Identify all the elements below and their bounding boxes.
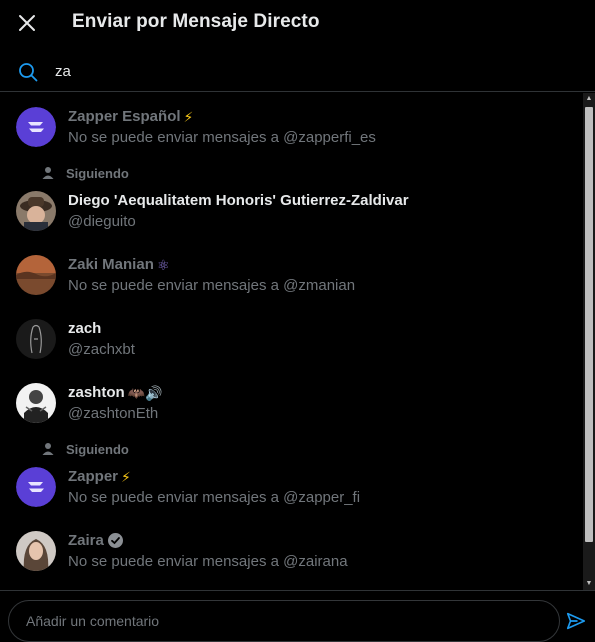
user-name-text: Diego 'Aequalitatem Honoris' Gutierrez-Z… (68, 192, 409, 209)
avatar (16, 467, 56, 507)
send-button[interactable] (565, 610, 589, 634)
user-row[interactable]: Siguiendo Zapper ⚡ No se puede enviar mensa… (0, 433, 583, 517)
user-handle: @zachxbt (68, 341, 135, 358)
modal-header: Enviar por Mensaje Directo (0, 0, 595, 46)
avatar (16, 191, 56, 231)
user-badge-emoji: 🦇🔊 (127, 384, 163, 401)
avatar (16, 319, 56, 359)
user-name-text: zach (68, 320, 102, 337)
comment-input[interactable] (8, 600, 560, 642)
user-row[interactable]: Zaki Manian ⚛ No se puede enviar mensajes … (0, 241, 583, 305)
scroll-up-arrow[interactable]: ▲ (583, 93, 595, 105)
user-name: Zaki Manian ⚛ (68, 256, 169, 273)
user-name-text: zashton (68, 384, 125, 401)
close-icon (19, 15, 35, 31)
user-name: Zapper Español ⚡ (68, 108, 193, 125)
user-unavailable-note: No se puede enviar mensajes a @zapperfi_… (68, 129, 376, 146)
following-indicator: Siguiendo (40, 165, 129, 181)
user-unavailable-note: No se puede enviar mensajes a @zairana (68, 553, 348, 570)
user-name: Zapper ⚡ (68, 468, 131, 485)
user-name: Diego 'Aequalitatem Honoris' Gutierrez-Z… (68, 192, 409, 209)
following-label: Siguiendo (66, 165, 129, 181)
search-input[interactable] (55, 59, 535, 83)
user-row[interactable]: Siguiendo Diego 'Aequalitatem Honoris' Gu… (0, 157, 583, 241)
user-name: Zaira (68, 532, 124, 549)
scrollbar-thumb[interactable] (585, 107, 593, 542)
close-button[interactable] (14, 10, 40, 36)
send-icon (566, 612, 586, 630)
user-row[interactable]: Zaira No se puede enviar mensajes a @zair… (0, 517, 583, 581)
person-icon (42, 167, 54, 179)
search-bar (0, 50, 595, 92)
scroll-down-arrow[interactable]: ▼ (583, 578, 595, 590)
verified-icon (107, 533, 123, 548)
user-row[interactable]: Zapper Español ⚡ No se puede enviar mensaj… (0, 93, 583, 157)
person-icon (42, 443, 54, 455)
avatar (16, 531, 56, 571)
avatar (16, 255, 56, 295)
avatar (16, 107, 56, 147)
following-label: Siguiendo (66, 441, 129, 457)
user-name: zashton 🦇🔊 (68, 384, 163, 401)
user-row[interactable]: zashton 🦇🔊 @zashtonEth (0, 369, 583, 433)
following-indicator: Siguiendo (40, 441, 129, 457)
user-list: Zapper Español ⚡ No se puede enviar mensaj… (0, 93, 583, 590)
user-unavailable-note: No se puede enviar mensajes a @zapper_fi (68, 489, 361, 506)
user-unavailable-note: No se puede enviar mensajes a @zmanian (68, 277, 356, 294)
user-name-text: Zaki Manian (68, 256, 154, 273)
comment-footer (0, 590, 595, 642)
avatar (16, 383, 56, 423)
search-icon (19, 63, 38, 82)
user-handle: @zashtonEth (68, 405, 159, 422)
user-name-text: Zaira (68, 532, 104, 549)
modal-title: Enviar por Mensaje Directo (72, 11, 320, 32)
user-badge-emoji: ⚛ (156, 256, 170, 273)
user-name-text: Zapper Español (68, 108, 181, 125)
user-name: zach (68, 320, 101, 337)
user-handle: @dieguito (68, 213, 136, 230)
user-row[interactable]: zach @zachxbt (0, 305, 583, 369)
scrollbar[interactable]: ▲ ▼ (583, 93, 595, 590)
user-badge-emoji: ⚡ (121, 468, 131, 485)
user-badge-emoji: ⚡ (183, 108, 194, 125)
user-name-text: Zapper (68, 468, 119, 485)
